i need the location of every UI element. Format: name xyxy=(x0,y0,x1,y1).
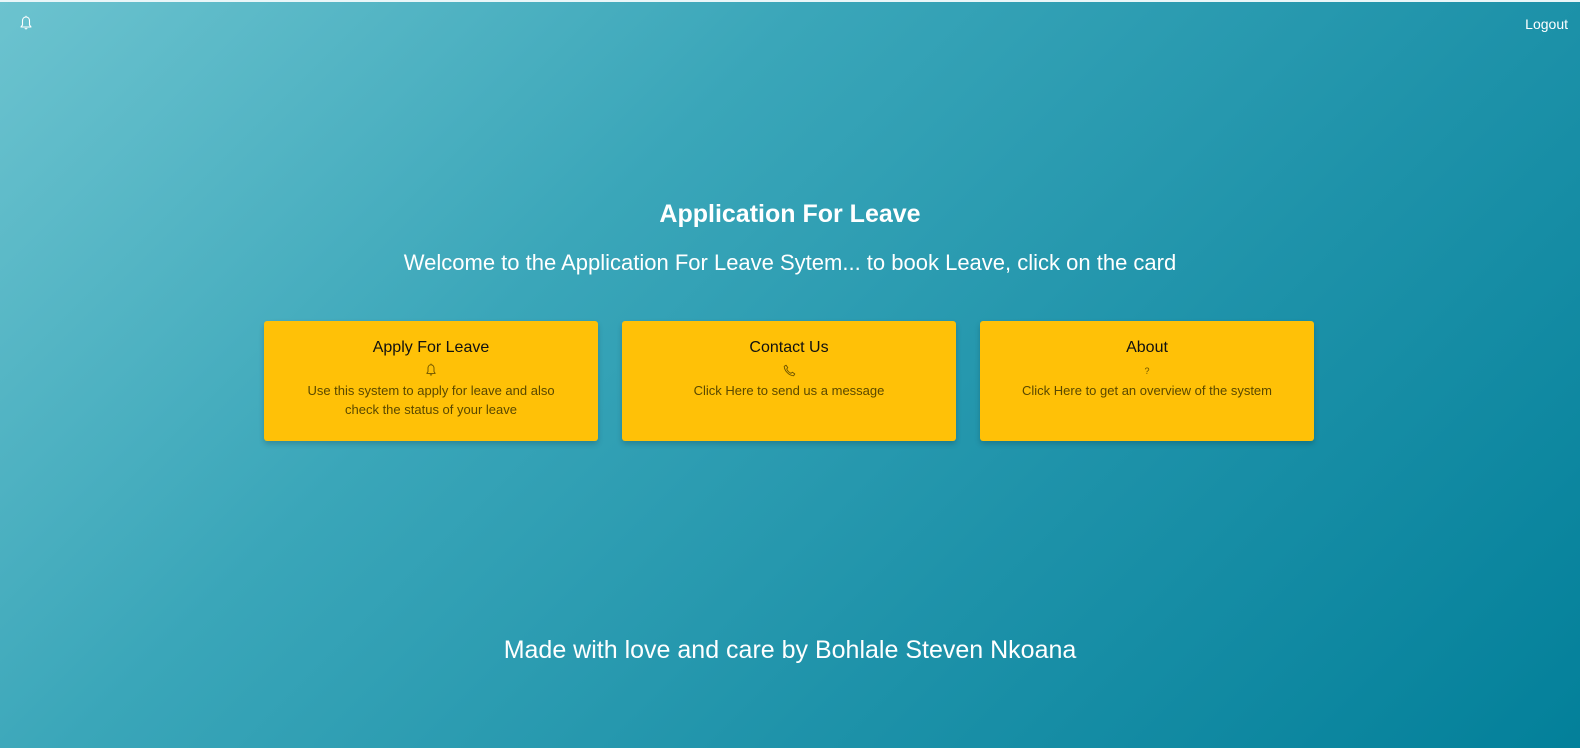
card-description: Click Here to get an overview of the sys… xyxy=(1022,383,1272,398)
bell-icon[interactable] xyxy=(19,15,33,31)
apply-for-leave-card[interactable]: Apply For Leave Use this system to apply… xyxy=(264,321,598,441)
card-description: Click Here to send us a message xyxy=(693,383,885,398)
footer-credit: Made with love and care by Bohlale Steve… xyxy=(503,636,1077,664)
page-subtitle: Welcome to the Application For Leave Syt… xyxy=(403,250,1177,275)
card-title: Apply For Leave xyxy=(372,339,490,356)
question-icon: ? xyxy=(1144,366,1150,376)
page-title: Application For Leave xyxy=(659,200,921,228)
bell-icon xyxy=(264,362,598,380)
about-card[interactable]: About ? Click Here to get an overview of… xyxy=(980,321,1314,441)
card-title: About xyxy=(1126,339,1168,356)
card-description: Use this system to apply for leave and a… xyxy=(307,383,555,417)
card-title: Contact Us xyxy=(749,339,829,356)
contact-us-card[interactable]: Contact Us Click Here to send us a messa… xyxy=(622,321,956,441)
logout-link[interactable]: Logout xyxy=(1525,16,1568,32)
top-navbar: Logout xyxy=(0,2,1580,46)
phone-icon xyxy=(622,362,956,380)
card-grid: Apply For Leave Use this system to apply… xyxy=(264,321,1316,441)
